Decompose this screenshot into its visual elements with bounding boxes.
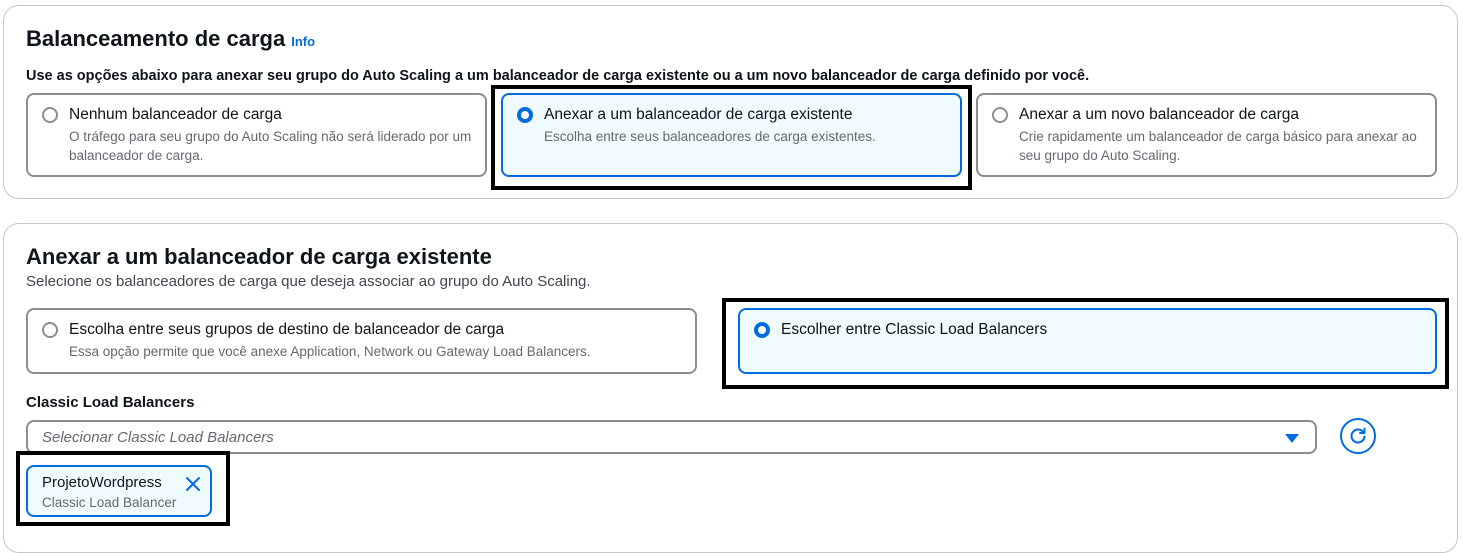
selected-clb-token: ProjetoWordpress Classic Load Balancer [26, 465, 212, 517]
option-description: Escolha entre seus balanceadores de carg… [544, 129, 876, 144]
refresh-icon [1350, 427, 1366, 444]
load-balancing-heading: Balanceamento de carga Info [26, 26, 315, 52]
radio-attach-new[interactable] [992, 107, 1008, 123]
radio-no-load-balancer[interactable] [42, 107, 58, 123]
attach-existing-title: Anexar a um balanceador de carga existen… [26, 244, 492, 269]
attach-existing-panel: Anexar a um balanceador de carga existen… [3, 223, 1458, 553]
radio-attach-existing[interactable] [517, 107, 533, 123]
clb-select[interactable]: Selecionar Classic Load Balancers [26, 420, 1317, 454]
option-title: Nenhum balanceador de carga [69, 106, 282, 123]
option-title: Anexar a um balanceador de carga existen… [544, 106, 853, 123]
load-balancing-description: Use as opções abaixo para anexar seu gru… [26, 68, 1090, 84]
option-target-groups[interactable]: Escolha entre seus grupos de destino de … [26, 308, 697, 374]
option-description: Crie rapidamente um balanceador de carga… [1019, 129, 1417, 163]
radio-target-groups[interactable] [42, 322, 58, 338]
option-no-load-balancer[interactable]: Nenhum balanceador de carga O tráfego pa… [26, 93, 487, 177]
option-title: Escolha entre seus grupos de destino de … [69, 321, 505, 338]
option-title: Anexar a um novo balanceador de carga [1019, 106, 1300, 123]
load-balancing-panel: Balanceamento de carga Info Use as opções… [3, 5, 1458, 199]
info-link[interactable]: Info [291, 34, 315, 49]
radio-classic-load-balancers[interactable] [754, 322, 770, 338]
load-balancing-title: Balanceamento de carga [26, 26, 286, 51]
refresh-button[interactable] [1340, 418, 1376, 454]
option-attach-new[interactable]: Anexar a um novo balanceador de carga Cr… [976, 93, 1437, 177]
attach-existing-description: Selecione os balanceadores de carga que … [26, 273, 591, 290]
token-name: ProjetoWordpress [42, 474, 162, 491]
token-type: Classic Load Balancer [42, 495, 177, 510]
option-title: Escolher entre Classic Load Balancers [781, 321, 1048, 338]
option-attach-existing[interactable]: Anexar a um balanceador de carga existen… [501, 93, 962, 177]
clb-field-label: Classic Load Balancers [26, 394, 195, 411]
option-description: O tráfego para seu grupo do Auto Scaling… [69, 129, 472, 163]
close-icon[interactable] [184, 475, 202, 493]
option-classic-load-balancers[interactable]: Escolher entre Classic Load Balancers [738, 308, 1437, 374]
option-description: Essa opção permite que você anexe Applic… [69, 344, 591, 359]
caret-down-icon [1285, 434, 1299, 443]
clb-select-placeholder: Selecionar Classic Load Balancers [42, 429, 274, 446]
